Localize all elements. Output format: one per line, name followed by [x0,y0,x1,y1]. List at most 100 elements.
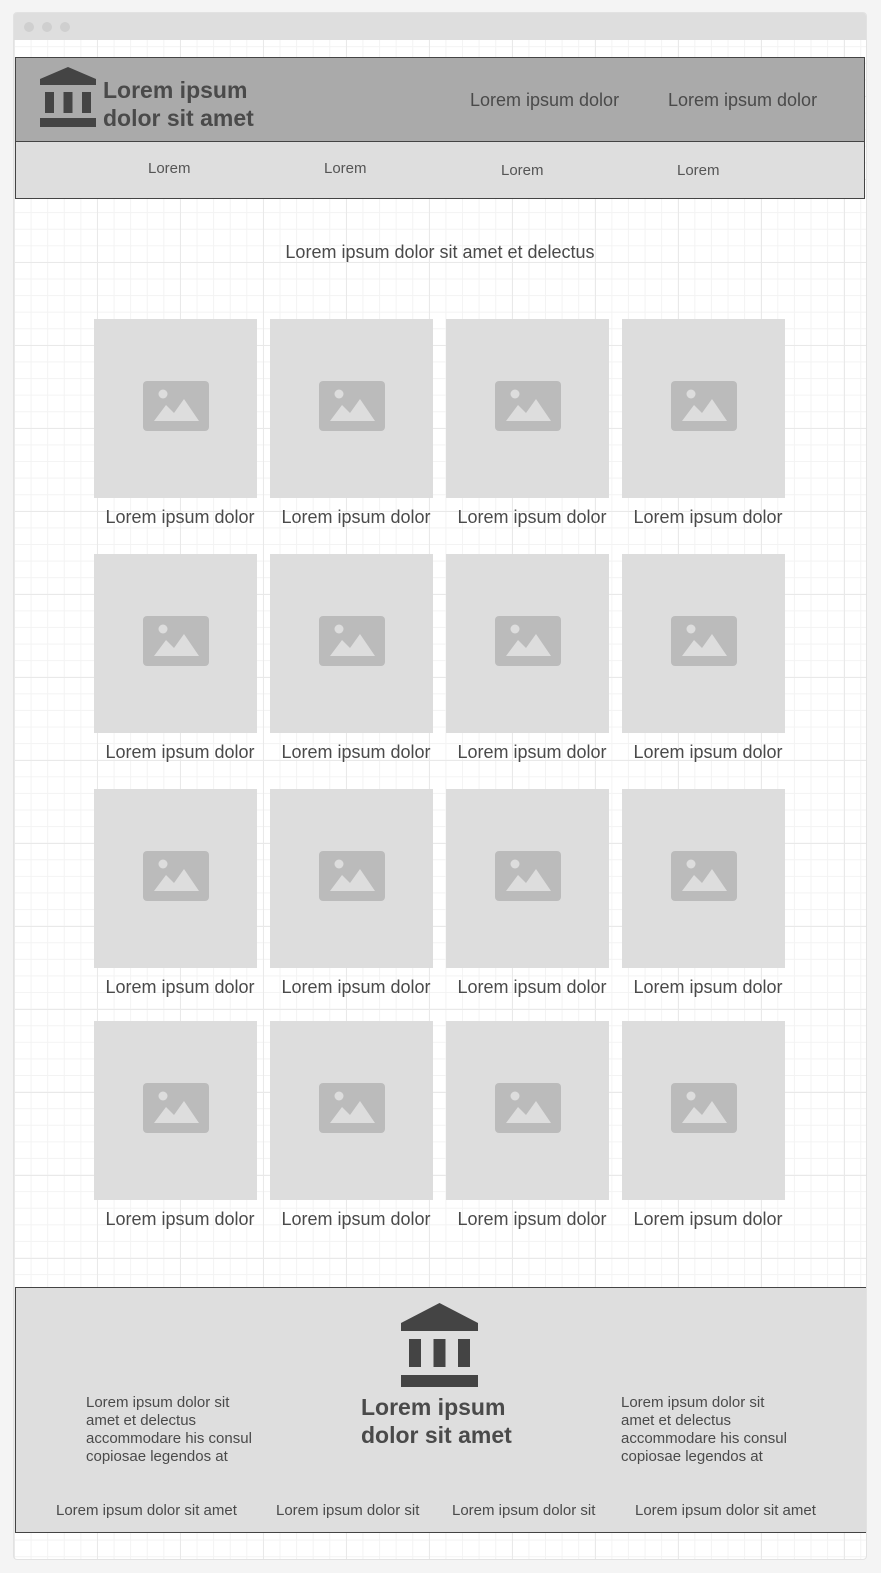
image-placeholder-icon [670,1083,737,1138]
site-header: Lorem ipsum dolor sit amet Lorem ipsum d… [15,57,865,142]
window-minimize-dot[interactable] [42,21,52,32]
gallery-card[interactable]: Lorem ipsum dolor [270,554,433,763]
image-placeholder-icon [142,616,209,671]
image-placeholder-icon [142,1083,209,1138]
window-titlebar [14,13,866,40]
image-placeholder-icon [142,851,209,906]
subnav-item-1[interactable]: Lorem [148,160,191,177]
gallery-card[interactable]: Lorem ipsum dolor [94,554,257,763]
gallery-thumbnail[interactable] [94,789,257,968]
header-link-2[interactable]: Lorem ipsum dolor [668,90,817,111]
brand-line-1: Lorem ipsum [103,77,248,103]
image-placeholder-icon [494,1083,561,1138]
bank-icon[interactable] [401,1303,478,1388]
gallery-caption[interactable]: Lorem ipsum dolor [442,977,622,998]
gallery-card[interactable]: Lorem ipsum dolor [622,554,785,763]
footer-link-3[interactable]: Lorem ipsum dolor sit [452,1502,595,1519]
bank-icon[interactable] [40,67,96,129]
gallery-card[interactable]: Lorem ipsum dolor [622,1021,785,1230]
footer-text-line: Lorem ipsum dolor sit [621,1394,765,1411]
gallery-caption[interactable]: Lorem ipsum dolor [90,977,270,998]
gallery-caption[interactable]: Lorem ipsum dolor [618,507,798,528]
footer-text-line: copiosae legendos at [621,1448,763,1465]
gallery-card[interactable]: Lorem ipsum dolor [94,1021,257,1230]
gallery-caption[interactable]: Lorem ipsum dolor [618,742,798,763]
subnav-item-2[interactable]: Lorem [324,160,367,177]
gallery-thumbnail[interactable] [270,319,433,498]
footer-link-1[interactable]: Lorem ipsum dolor sit amet [56,1502,237,1519]
site-footer: Lorem ipsum dolor sit amet Lorem ipsum d… [15,1287,866,1533]
gallery-caption[interactable]: Lorem ipsum dolor [90,507,270,528]
brand-line-2: dolor sit amet [103,105,254,131]
footer-text-left: Lorem ipsum dolor sit amet et delectus a… [86,1394,266,1466]
gallery-caption[interactable]: Lorem ipsum dolor [618,1209,798,1230]
footer-brand-line-2: dolor sit amet [361,1422,512,1448]
gallery-card[interactable]: Lorem ipsum dolor [446,789,609,998]
image-placeholder-icon [318,851,385,906]
image-placeholder-icon [494,381,561,436]
header-link-1[interactable]: Lorem ipsum dolor [470,90,619,111]
gallery-thumbnail[interactable] [446,319,609,498]
gallery-caption[interactable]: Lorem ipsum dolor [442,742,622,763]
footer-text-line: Lorem ipsum dolor sit [86,1394,230,1411]
gallery-caption[interactable]: Lorem ipsum dolor [442,1209,622,1230]
gallery-caption[interactable]: Lorem ipsum dolor [90,742,270,763]
gallery-card[interactable]: Lorem ipsum dolor [270,319,433,528]
footer-link-2[interactable]: Lorem ipsum dolor sit [276,1502,419,1519]
footer-text-right: Lorem ipsum dolor sit amet et delectus a… [621,1394,801,1466]
footer-brand-line-1: Lorem ipsum [361,1394,506,1420]
gallery-thumbnail[interactable] [94,319,257,498]
gallery-caption[interactable]: Lorem ipsum dolor [266,742,446,763]
footer-text-line: accommodare his consul [621,1430,787,1447]
sub-navigation: Lorem Lorem Lorem Lorem [15,141,865,199]
gallery-thumbnail[interactable] [446,789,609,968]
gallery-card[interactable]: Lorem ipsum dolor [446,319,609,528]
subnav-item-4[interactable]: Lorem [677,162,720,179]
gallery-card[interactable]: Lorem ipsum dolor [270,789,433,998]
subnav-item-3[interactable]: Lorem [501,162,544,179]
gallery-thumbnail[interactable] [94,554,257,733]
gallery-thumbnail[interactable] [446,554,609,733]
image-placeholder-icon [318,616,385,671]
gallery-thumbnail[interactable] [94,1021,257,1200]
gallery-thumbnail[interactable] [446,1021,609,1200]
gallery-card[interactable]: Lorem ipsum dolor [446,554,609,763]
gallery-thumbnail[interactable] [270,1021,433,1200]
gallery-card[interactable]: Lorem ipsum dolor [622,319,785,528]
gallery-thumbnail[interactable] [270,789,433,968]
gallery-thumbnail[interactable] [622,554,785,733]
gallery-card[interactable]: Lorem ipsum dolor [94,319,257,528]
gallery-thumbnail[interactable] [622,1021,785,1200]
browser-window: Lorem ipsum dolor sit amet Lorem ipsum d… [13,12,867,1560]
image-placeholder-icon [318,1083,385,1138]
gallery-thumbnail[interactable] [622,789,785,968]
footer-text-line: accommodare his consul [86,1430,252,1447]
footer-text-line: amet et delectus [621,1412,732,1429]
gallery-card[interactable]: Lorem ipsum dolor [94,789,257,998]
gallery-caption[interactable]: Lorem ipsum dolor [266,507,446,528]
gallery-thumbnail[interactable] [622,319,785,498]
gallery-caption[interactable]: Lorem ipsum dolor [618,977,798,998]
intro-text: Lorem ipsum dolor sit amet et delectus [285,242,595,262]
gallery-caption[interactable]: Lorem ipsum dolor [266,1209,446,1230]
gallery-caption[interactable]: Lorem ipsum dolor [90,1209,270,1230]
image-placeholder-icon [494,851,561,906]
window-maximize-dot[interactable] [60,21,70,32]
gallery-card[interactable]: Lorem ipsum dolor [270,1021,433,1230]
footer-text-line: copiosae legendos at [86,1448,228,1465]
gallery-card[interactable]: Lorem ipsum dolor [622,789,785,998]
image-placeholder-icon [494,616,561,671]
window-close-dot[interactable] [24,21,34,32]
gallery-caption[interactable]: Lorem ipsum dolor [442,507,622,528]
gallery-caption[interactable]: Lorem ipsum dolor [266,977,446,998]
gallery-thumbnail[interactable] [270,554,433,733]
gallery-card[interactable]: Lorem ipsum dolor [446,1021,609,1230]
footer-text-line: amet et delectus [86,1412,197,1429]
image-placeholder-icon [670,616,737,671]
site-brand[interactable]: Lorem ipsum dolor sit amet [103,76,293,132]
footer-link-4[interactable]: Lorem ipsum dolor sit amet [635,1502,816,1519]
image-placeholder-icon [142,381,209,436]
image-placeholder-icon [318,381,385,436]
footer-brand[interactable]: Lorem ipsum dolor sit amet [361,1393,561,1449]
image-placeholder-icon [670,851,737,906]
